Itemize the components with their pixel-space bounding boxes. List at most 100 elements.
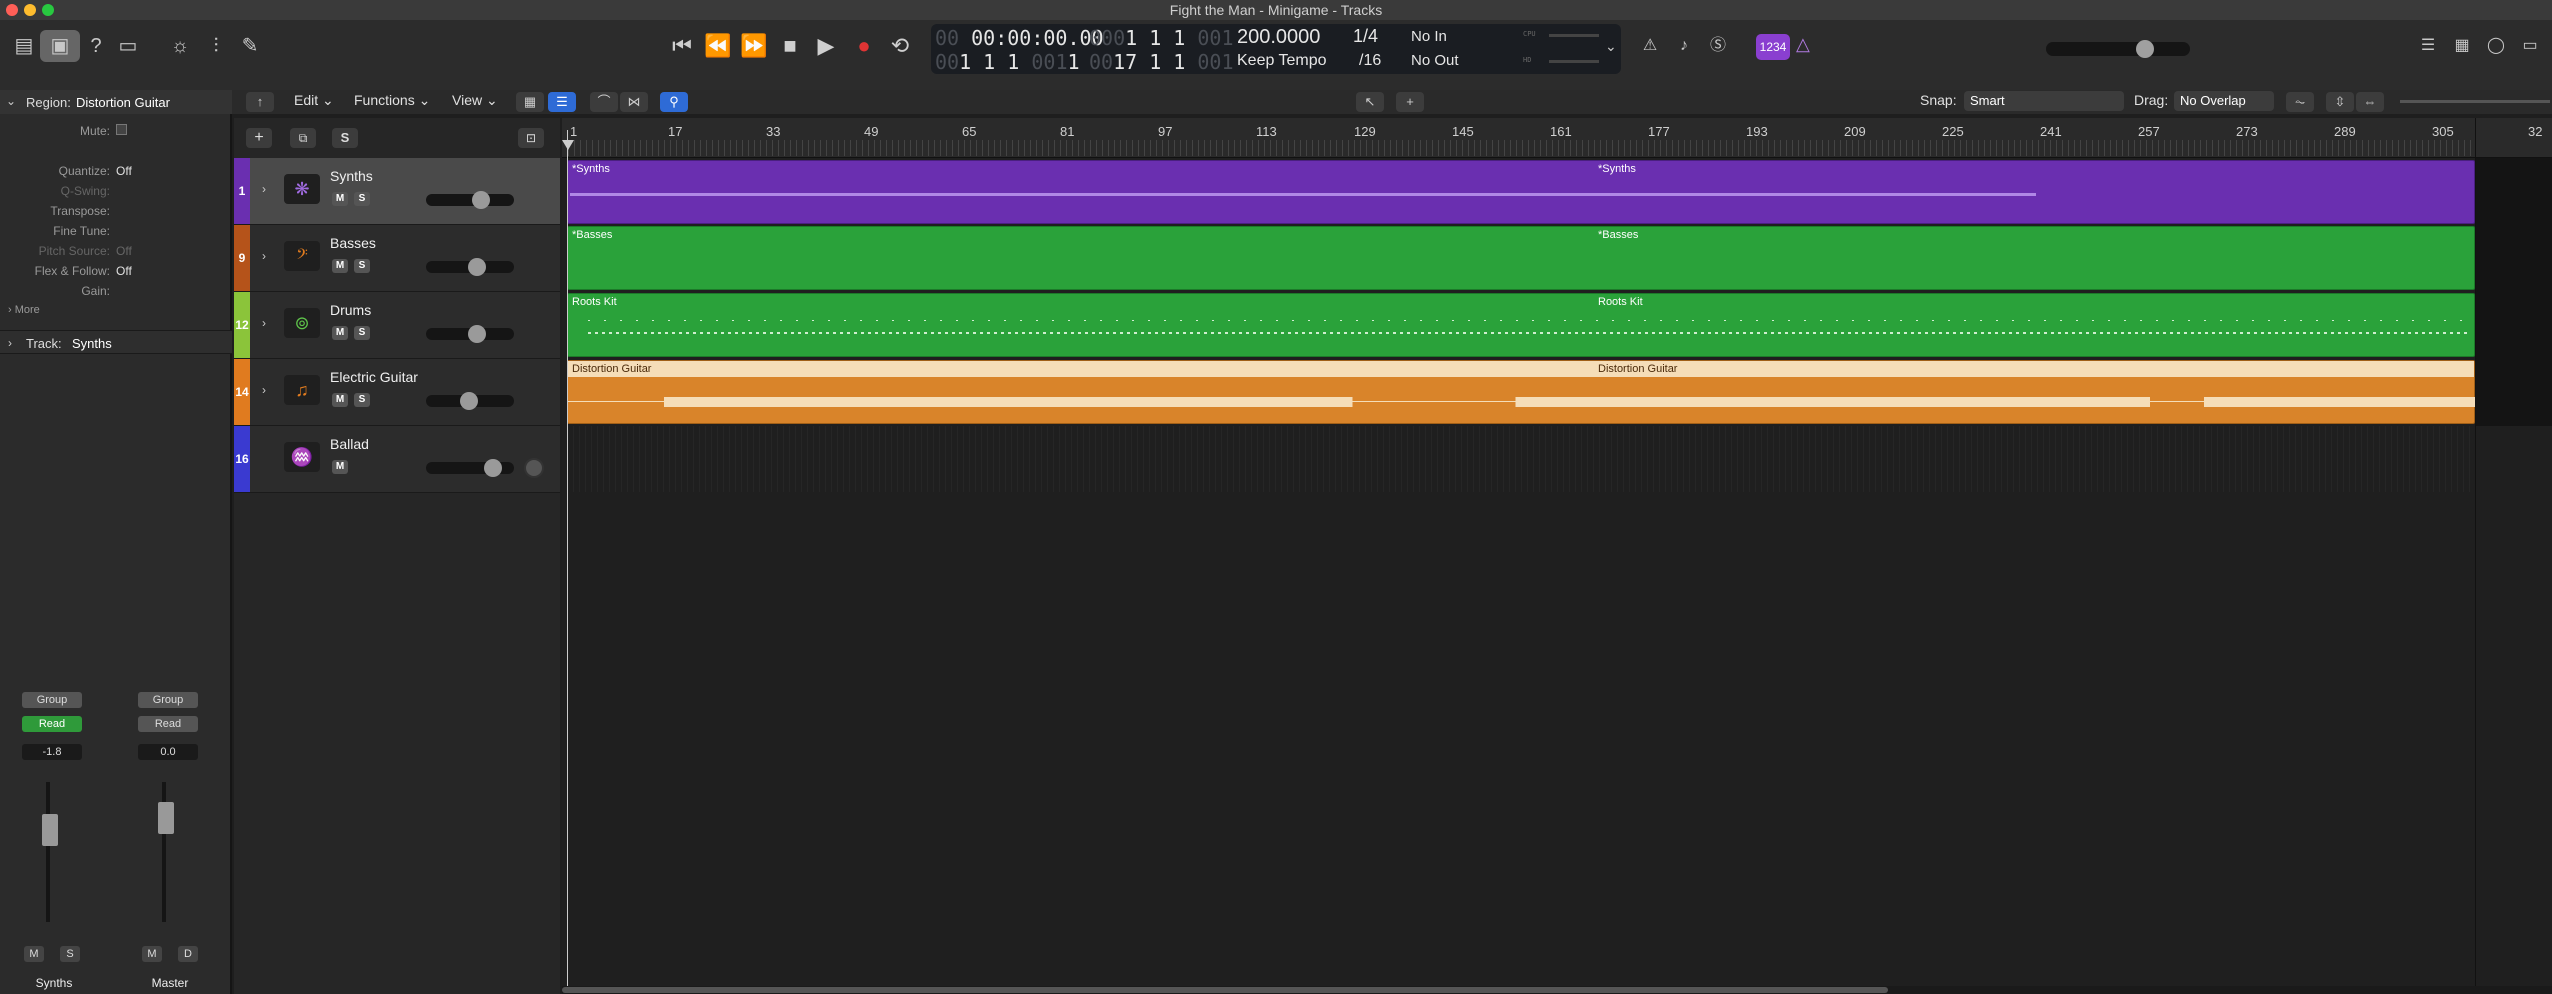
track-name[interactable]: Synths [330, 168, 373, 184]
horizontal-zoom-slider[interactable] [2490, 100, 2550, 103]
ballad-lane-empty[interactable] [567, 426, 2475, 492]
master-volume-slider[interactable] [2046, 40, 2190, 58]
catch-playhead-icon[interactable]: ⚲ [660, 92, 688, 112]
lcd-tempo-mode[interactable]: Keep Tempo [1237, 52, 1327, 70]
go-to-beginning-icon[interactable]: ⏮ [664, 28, 700, 64]
lcd-dropdown-icon[interactable]: ⌄ [1605, 38, 1617, 55]
volume-knob[interactable] [472, 191, 490, 209]
grid-view-icon[interactable]: ▦ [516, 92, 544, 112]
expand-chevron-icon[interactable]: › [262, 249, 266, 263]
add-track-icon[interactable]: + [246, 128, 272, 148]
pan-knob[interactable] [524, 458, 544, 478]
fader-master[interactable] [158, 802, 174, 834]
mute-button-synths[interactable]: M [24, 946, 44, 962]
pitch-source-value[interactable]: Off [116, 244, 132, 258]
solo-button[interactable]: S [354, 393, 370, 407]
duplicate-track-icon[interactable]: ⧉ [290, 128, 316, 148]
master-volume-knob[interactable] [2136, 40, 2154, 58]
volume-slider[interactable] [426, 191, 514, 209]
inspector-icon[interactable]: ▣ [40, 30, 80, 62]
mute-button[interactable]: M [332, 259, 348, 273]
ballad-track-icon[interactable]: ♒ [284, 442, 320, 472]
volume-readout-master[interactable]: 0.0 [138, 744, 198, 760]
horizontal-scrollbar[interactable] [562, 986, 2552, 994]
smart-controls-icon[interactable]: ☼ [160, 30, 200, 62]
stop-icon[interactable]: ■ [772, 28, 808, 64]
mute-button[interactable]: M [332, 393, 348, 407]
volume-slider[interactable] [426, 258, 514, 276]
lcd-signature[interactable]: 1/4 [1353, 26, 1378, 47]
quantize-value[interactable]: Off [116, 164, 132, 178]
automation-icon[interactable]: ⌒ [590, 92, 618, 112]
mute-button[interactable]: M [332, 192, 348, 206]
solo-button-synths[interactable]: S [60, 946, 80, 962]
flex-icon[interactable]: ⋈ [620, 92, 648, 112]
edit-menu[interactable]: Edit ⌄ [294, 92, 334, 109]
automation-read-master[interactable]: Read [138, 716, 198, 732]
browsers-icon[interactable]: ▭ [2510, 30, 2550, 62]
lcd-in[interactable]: No In [1411, 28, 1447, 45]
expand-chevron-icon[interactable]: › [262, 383, 266, 397]
playhead[interactable] [567, 130, 568, 994]
track-header-drums[interactable]: 12 › ⊚ Drums M S [234, 292, 560, 359]
volume-knob[interactable] [468, 258, 486, 276]
horizontal-zoom-icon[interactable]: ⇔ [2356, 92, 2384, 112]
solo-button[interactable]: S [354, 192, 370, 206]
global-solo-button[interactable]: S [332, 128, 358, 148]
more-disclosure[interactable]: › More [8, 304, 40, 316]
volume-slider[interactable] [426, 459, 514, 477]
track-header-electric-guitar[interactable]: 14 › ♫ Electric Guitar M S [234, 359, 560, 426]
lcd-display[interactable]: 00 00:00:00.00 001 1 1 0011 0001 1 1 001… [931, 24, 1621, 74]
view-menu[interactable]: View ⌄ [452, 92, 498, 109]
solo-button[interactable]: S [354, 259, 370, 273]
track-name[interactable]: Electric Guitar [330, 369, 418, 385]
play-icon[interactable]: ▶ [808, 28, 844, 64]
electric-guitar-icon[interactable]: ♫ [284, 375, 320, 405]
toolbar-icon[interactable]: ▭ [108, 30, 148, 62]
mute-button[interactable]: M [332, 326, 348, 340]
secondary-tool-icon[interactable]: + [1396, 92, 1424, 112]
region-synths[interactable]: *Synths *Synths [567, 160, 2475, 224]
drum-kit-icon[interactable]: ⊚ [284, 308, 320, 338]
group-button-master[interactable]: Group [138, 692, 198, 708]
vertical-zoom-slider[interactable] [2400, 100, 2504, 103]
horizontal-scroll-thumb[interactable] [562, 987, 1888, 993]
track-header-synths[interactable]: 1 › ❋ Synths M S [234, 158, 560, 225]
fast-forward-icon[interactable]: ⏩ [736, 28, 772, 64]
track-disclosure-icon[interactable]: › [8, 336, 12, 350]
metronome-icon[interactable]: △ [1796, 34, 1810, 55]
list-view-icon[interactable]: ☰ [548, 92, 576, 112]
synth-icon[interactable]: ❋ [284, 174, 320, 204]
mute-checkbox[interactable] [116, 124, 127, 135]
library-icon[interactable]: ▤ [4, 30, 44, 62]
pointer-tool-icon[interactable]: ↖ [1356, 92, 1384, 112]
volume-slider[interactable] [426, 325, 514, 343]
vertical-zoom-icon[interactable]: ⇳ [2326, 92, 2354, 112]
snap-select[interactable]: Smart [1964, 91, 2124, 111]
mute-button-master[interactable]: M [142, 946, 162, 962]
track-name[interactable]: Ballad [330, 436, 369, 452]
inspector-region-header[interactable]: ⌄ Region: Distortion Guitar [0, 90, 232, 114]
group-button-synths[interactable]: Group [22, 692, 82, 708]
automation-read-synths[interactable]: Read [22, 716, 82, 732]
rewind-icon[interactable]: ⏪ [700, 28, 736, 64]
playhead-handle[interactable] [562, 140, 574, 150]
lcd-out[interactable]: No Out [1411, 52, 1459, 69]
flex-follow-value[interactable]: Off [116, 264, 132, 278]
mute-button[interactable]: M [332, 460, 348, 474]
expand-chevron-icon[interactable]: › [262, 316, 266, 330]
inspector-track-header[interactable]: › Track: Synths [0, 330, 232, 354]
track-name[interactable]: Basses [330, 235, 376, 251]
bass-guitar-icon[interactable]: 𝄢 [284, 241, 320, 271]
track-header-ballad[interactable]: 16 ♒ Ballad M [234, 426, 560, 493]
lcd-tempo[interactable]: 200.0000 [1237, 26, 1320, 49]
waveform-zoom-icon[interactable]: ⏦ [2286, 92, 2314, 112]
count-in-badge[interactable]: 1234 [1756, 34, 1790, 60]
disclosure-icon[interactable]: ⌄ [6, 94, 16, 108]
volume-knob[interactable] [484, 459, 502, 477]
global-tracks-icon[interactable]: ⊡ [518, 128, 544, 148]
track-name[interactable]: Drums [330, 302, 371, 318]
track-header-basses[interactable]: 9 › 𝄢 Basses M S [234, 225, 560, 292]
solo-icon[interactable]: Ⓢ [1698, 30, 1738, 62]
region-drums[interactable]: Roots Kit Roots Kit [567, 293, 2475, 357]
